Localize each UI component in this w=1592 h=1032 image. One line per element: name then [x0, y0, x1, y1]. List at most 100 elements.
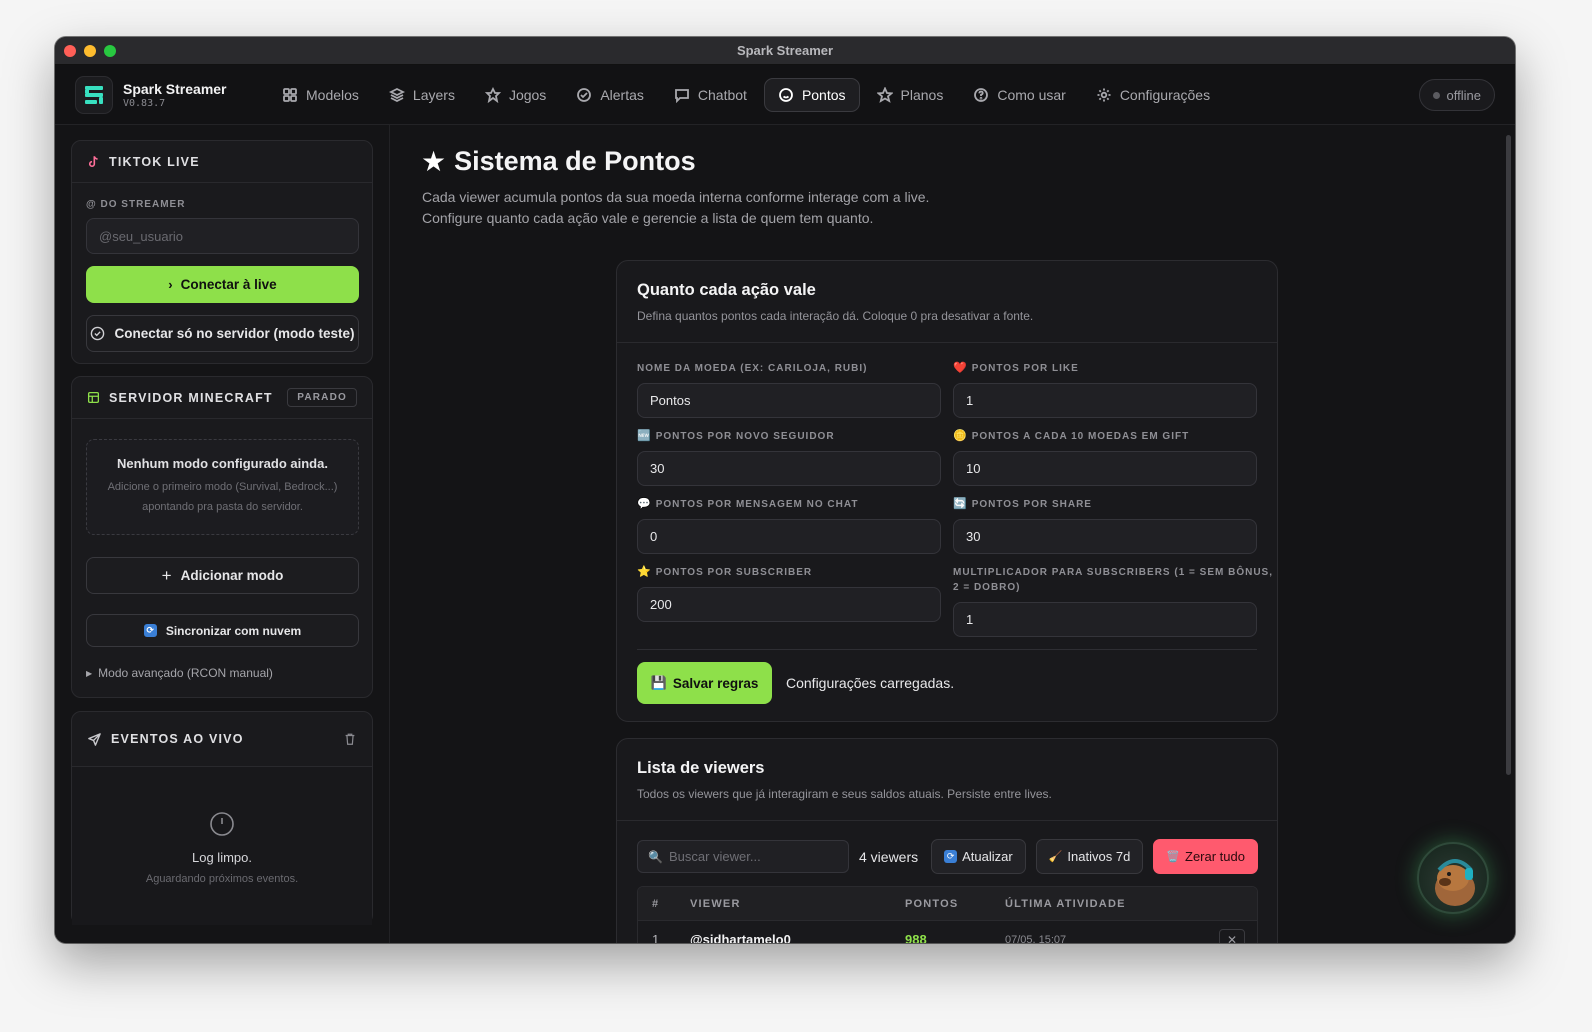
- tab-label: Alertas: [600, 86, 644, 103]
- rules-description: Defina quantos pontos cada interação dá.…: [637, 309, 1034, 323]
- tab-pontos[interactable]: Pontos: [763, 77, 860, 112]
- reset-all-button[interactable]: 🗑️ Zerar tudo: [1153, 839, 1258, 874]
- tab-configuracoes[interactable]: Configurações: [1083, 78, 1223, 112]
- viewers-panel-header: Lista de viewers Todos os viewers que já…: [617, 739, 1277, 821]
- gift-points-field: 🪙 PONTOS A CADA 10 MOEDAS EM GIFT 10: [953, 429, 1257, 486]
- like-points-field: ❤️ PONTOS POR LIKE 1: [953, 361, 1257, 418]
- sync-cloud-button[interactable]: ⟳ Sincronizar com nuvem: [86, 614, 359, 647]
- streamer-input[interactable]: @seu_usuario: [86, 218, 359, 254]
- rules-title: Quanto cada ação vale: [637, 281, 816, 299]
- heart-icon: ❤️: [953, 362, 968, 374]
- window-title: Spark Streamer: [736, 43, 834, 58]
- star-icon: ★: [421, 146, 447, 177]
- brand-logo-icon: [75, 75, 113, 114]
- empty-modes-text: Adicione o primeiro modo (Survival, Bedr…: [107, 481, 338, 513]
- streamer-field-label: @ DO STREAMER: [86, 199, 186, 210]
- star-emoji-icon: ⭐: [637, 566, 652, 578]
- like-points-input[interactable]: 1: [953, 383, 1257, 418]
- gear-icon: [1097, 88, 1111, 101]
- gift-points-input[interactable]: 10: [953, 451, 1257, 486]
- caret-right-icon: ▶: [86, 668, 93, 678]
- viewers-table: # VIEWER PONTOS ÚLTIMA ATIVIDADE 1 @sidh…: [637, 886, 1258, 943]
- send-icon: [88, 732, 101, 746]
- tab-layers[interactable]: Layers: [376, 78, 468, 112]
- row-last-activity: 07/05, 15:07: [1005, 933, 1067, 944]
- sync-cloud-label: Sincronizar com nuvem: [165, 623, 302, 638]
- row-rank: 1: [652, 932, 660, 943]
- tiktok-card: TIKTOK LIVE @ DO STREAMER @seu_usuario ›…: [71, 140, 373, 364]
- scrollbar[interactable]: [1506, 135, 1511, 775]
- column-header-rank: #: [652, 897, 660, 910]
- tab-label: Modelos: [306, 86, 359, 103]
- rules-panel: Quanto cada ação vale Defina quantos pon…: [616, 260, 1278, 722]
- broom-icon: 🧹: [1048, 851, 1063, 863]
- save-rules-label: Salvar regras: [672, 675, 759, 691]
- status-text: offline: [1446, 87, 1481, 103]
- tab-label: Como usar: [997, 86, 1066, 103]
- viewers-description: Todos os viewers que já interagiram e se…: [637, 787, 1052, 801]
- tab-alertas[interactable]: Alertas: [563, 78, 657, 112]
- app-version: V0.83.7: [123, 97, 166, 109]
- close-window-button[interactable]: [64, 45, 76, 57]
- refresh-button[interactable]: ⟳ Atualizar: [931, 839, 1026, 874]
- inactive-7d-label: Inativos 7d: [1067, 849, 1131, 864]
- minecraft-card-title: SERVIDOR MINECRAFT: [109, 390, 273, 405]
- new-badge-icon: 🆕: [637, 430, 652, 442]
- tab-chatbot[interactable]: Chatbot: [661, 78, 760, 112]
- row-points: 988: [905, 932, 927, 943]
- currency-name-input[interactable]: Pontos: [637, 383, 941, 418]
- subscriber-multiplier-field: MULTIPLICADOR PARA SUBSCRIBERS (1 = SEM …: [953, 565, 1273, 637]
- check-circle-icon: [91, 326, 105, 341]
- trash-icon[interactable]: [343, 732, 357, 746]
- events-empty-state: Log limpo. Aguardando próximos eventos.: [72, 767, 372, 925]
- share-points-input[interactable]: 30: [953, 519, 1257, 554]
- field-label: PONTOS A CADA 10 MOEDAS EM GIFT: [971, 431, 1190, 442]
- tab-modelos[interactable]: Modelos: [269, 78, 372, 112]
- tab-planos[interactable]: Planos: [864, 78, 957, 112]
- plus-icon: +: [161, 565, 172, 585]
- viewer-search-input[interactable]: 🔍 Buscar viewer...: [637, 840, 849, 873]
- save-status-message: Configurações carregadas.: [786, 675, 955, 691]
- field-label: PONTOS POR SHARE: [971, 499, 1092, 510]
- subscriber-multiplier-input[interactable]: 1: [953, 602, 1257, 637]
- connect-live-button[interactable]: › Conectar à live: [86, 266, 359, 303]
- subscriber-points-input[interactable]: 200: [637, 587, 941, 622]
- tab-label: Chatbot: [697, 86, 747, 103]
- field-label: PONTOS POR MENSAGEM NO CHAT: [655, 499, 859, 510]
- advanced-mode-toggle[interactable]: ▶ Modo avançado (RCON manual): [86, 666, 273, 680]
- advanced-mode-label: Modo avançado (RCON manual): [98, 666, 273, 680]
- field-label: 2 = DOBRO): [953, 582, 1021, 593]
- inactive-7d-button[interactable]: 🧹 Inativos 7d: [1035, 839, 1144, 874]
- tab-label: Configurações: [1119, 86, 1211, 103]
- share-points-field: 🔄 PONTOS POR SHARE 30: [953, 497, 1257, 554]
- tab-jogos[interactable]: Jogos: [472, 78, 559, 112]
- minimize-window-button[interactable]: [84, 45, 96, 57]
- status-dot-icon: [1432, 91, 1440, 99]
- tiktok-icon: [88, 156, 98, 167]
- empty-modes-box: Nenhum modo configurado ainda. Adicione …: [86, 439, 359, 535]
- save-rules-button[interactable]: 💾 Salvar regras: [637, 662, 772, 704]
- tab-como-usar[interactable]: Como usar: [960, 78, 1078, 112]
- window-controls: [64, 45, 116, 57]
- gamepad-icon: [484, 86, 501, 103]
- reset-all-label: Zerar tudo: [1185, 849, 1245, 864]
- live-events-header: EVENTOS AO VIVO: [72, 712, 372, 767]
- sync-icon: ⟳: [143, 624, 157, 637]
- help-icon: [974, 87, 989, 102]
- page-title-text: Sistema de Pontos: [454, 146, 696, 176]
- chat-points-input[interactable]: 0: [637, 519, 941, 554]
- connect-server-only-button[interactable]: Conectar só no servidor (modo teste): [86, 315, 359, 352]
- viewer-search-placeholder: Buscar viewer...: [668, 849, 761, 864]
- field-label: PONTOS POR NOVO SEGUIDOR: [655, 431, 835, 442]
- add-mode-button[interactable]: + Adicionar modo: [86, 557, 359, 594]
- page-subtitle: Cada viewer acumula pontos da sua moeda …: [422, 187, 929, 229]
- follower-points-input[interactable]: 30: [637, 451, 941, 486]
- viewer-count: 4 viewers: [859, 848, 919, 865]
- floppy-disk-icon: 💾: [650, 675, 667, 690]
- mascot-avatar-button[interactable]: [1417, 842, 1489, 914]
- tab-label: Pontos: [801, 86, 846, 103]
- remove-viewer-button[interactable]: ✕: [1219, 928, 1245, 943]
- field-label: PONTOS POR SUBSCRIBER: [655, 567, 813, 578]
- layers-icon: [388, 87, 405, 102]
- maximize-window-button[interactable]: [104, 45, 116, 57]
